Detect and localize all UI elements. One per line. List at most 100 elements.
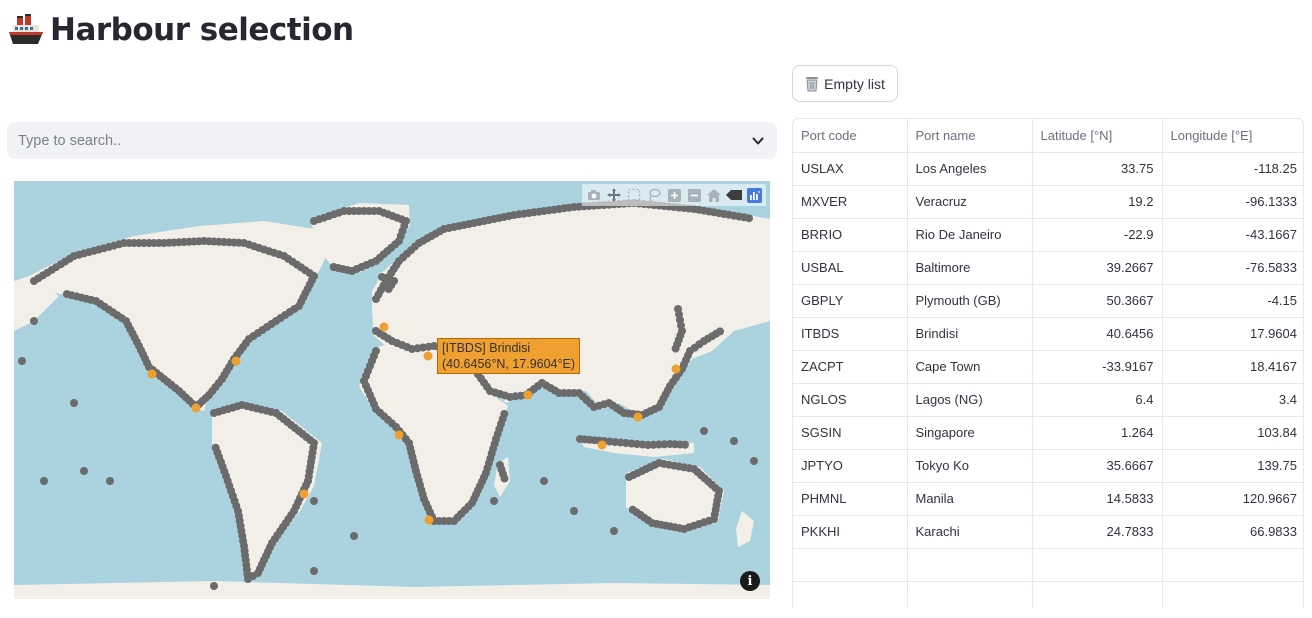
cell-port-code[interactable]: GBPLY: [793, 284, 908, 318]
cell-port-code[interactable]: NGLOS: [793, 383, 908, 417]
cell-latitude[interactable]: 14.5833: [1032, 482, 1163, 516]
info-icon[interactable]: i: [740, 571, 760, 591]
port-marker[interactable]: [750, 457, 758, 465]
cell-longitude[interactable]: -118.25: [1162, 152, 1303, 186]
cell-longitude[interactable]: 66.9833: [1162, 515, 1303, 549]
port-marker[interactable]: [106, 477, 114, 485]
port-marker[interactable]: [30, 317, 38, 325]
plotly-logo-icon[interactable]: [746, 187, 762, 203]
cell-port-code[interactable]: ZACPT: [793, 350, 908, 384]
cell-port-name[interactable]: Baltimore: [907, 251, 1033, 285]
cell-port-name[interactable]: Cape Town: [907, 350, 1033, 384]
cell-port-name[interactable]: Veracruz: [907, 185, 1033, 219]
port-marker[interactable]: [716, 327, 724, 336]
port-marker[interactable]: [70, 399, 78, 407]
cell-latitude[interactable]: 40.6456: [1032, 317, 1163, 351]
port-marker[interactable]: [610, 527, 618, 535]
port-search-select[interactable]: [7, 122, 777, 159]
zoom-in-icon[interactable]: [666, 187, 682, 203]
cell-latitude[interactable]: 39.2667: [1032, 251, 1163, 285]
column-header-longitude[interactable]: Longitude [°E]: [1162, 119, 1303, 153]
cell-port-code[interactable]: ITBDS: [793, 317, 908, 351]
column-header-port-code[interactable]: Port code: [793, 119, 908, 153]
cell-port-name[interactable]: Plymouth (GB): [907, 284, 1033, 318]
cell-port-code[interactable]: MXVER: [793, 185, 908, 219]
cell-port-name[interactable]: [907, 581, 1033, 608]
cell-latitude[interactable]: 24.7833: [1032, 515, 1163, 549]
search-input[interactable]: [18, 132, 751, 149]
table-row[interactable]: ZACPT Cape Town -33.9167 18.4167: [793, 350, 1303, 384]
port-marker[interactable]: [745, 214, 753, 223]
port-marker[interactable]: [671, 344, 680, 353]
cell-port-code[interactable]: SGSIN: [793, 416, 908, 450]
cell-port-name[interactable]: Brindisi: [907, 317, 1033, 351]
port-marker[interactable]: [570, 507, 578, 515]
port-marker[interactable]: [211, 443, 220, 452]
cell-port-name[interactable]: Manila: [907, 482, 1033, 516]
port-marker[interactable]: [628, 505, 637, 514]
cell-latitude[interactable]: 19.2: [1032, 185, 1163, 219]
cell-port-name[interactable]: Singapore: [907, 416, 1033, 450]
cell-port-code[interactable]: USBAL: [793, 251, 908, 285]
cell-port-code[interactable]: [793, 548, 908, 582]
home-icon[interactable]: [706, 187, 722, 203]
table-row[interactable]: MXVER Veracruz 19.2 -96.1333: [793, 185, 1303, 219]
cell-latitude[interactable]: 1.264: [1032, 416, 1163, 450]
table-row[interactable]: GBPLY Plymouth (GB) 50.3667 -4.15: [793, 284, 1303, 318]
camera-icon[interactable]: [586, 187, 602, 203]
cell-longitude[interactable]: -43.1667: [1162, 218, 1303, 252]
cell-latitude[interactable]: -33.9167: [1032, 350, 1163, 384]
port-marker[interactable]: [40, 477, 48, 485]
cell-port-name[interactable]: [907, 548, 1033, 582]
table-row[interactable]: SGSIN Singapore 1.264 103.84: [793, 416, 1303, 450]
cell-longitude[interactable]: 3.4: [1162, 383, 1303, 417]
table-row[interactable]: PHMNL Manila 14.5833 120.9667: [793, 482, 1303, 516]
cell-port-code[interactable]: USLAX: [793, 152, 908, 186]
cell-longitude[interactable]: 17.9604: [1162, 317, 1303, 351]
port-marker[interactable]: [500, 410, 509, 418]
cell-latitude[interactable]: [1032, 548, 1163, 582]
port-marker[interactable]: [540, 477, 548, 485]
world-map[interactable]: [14, 181, 770, 599]
column-header-port-name[interactable]: Port name: [907, 119, 1033, 153]
port-marker[interactable]: [350, 532, 358, 540]
cell-longitude[interactable]: 18.4167: [1162, 350, 1303, 384]
port-marker[interactable]: [681, 440, 689, 449]
port-marker[interactable]: [80, 467, 88, 475]
box-select-icon[interactable]: [626, 187, 642, 203]
table-row[interactable]: PKKHI Karachi 24.7833 66.9833: [793, 515, 1303, 549]
table-row[interactable]: NGLOS Lagos (NG) 6.4 3.4: [793, 383, 1303, 417]
lasso-icon[interactable]: [646, 187, 662, 203]
cell-port-code[interactable]: BRRIO: [793, 218, 908, 252]
table-row[interactable]: BRRIO Rio De Janeiro -22.9 -43.1667: [793, 218, 1303, 252]
cell-latitude[interactable]: 33.75: [1032, 152, 1163, 186]
cell-latitude[interactable]: 50.3667: [1032, 284, 1163, 318]
table-row[interactable]: [793, 548, 1303, 582]
cell-port-code[interactable]: JPTYO: [793, 449, 908, 483]
cell-longitude[interactable]: -96.1333: [1162, 185, 1303, 219]
port-marker[interactable]: [730, 437, 738, 445]
column-header-latitude[interactable]: Latitude [°N]: [1032, 119, 1163, 153]
cell-port-name[interactable]: Karachi: [907, 515, 1033, 549]
port-map[interactable]: [ITBDS] Brindisi (40.6456°N, 17.9604°E) …: [14, 181, 770, 599]
cell-longitude[interactable]: 103.84: [1162, 416, 1303, 450]
port-marker[interactable]: [18, 357, 26, 365]
cell-longitude[interactable]: [1162, 548, 1303, 582]
port-marker[interactable]: [700, 427, 708, 435]
port-marker[interactable]: [310, 497, 318, 505]
table-row[interactable]: ITBDS Brindisi 40.6456 17.9604: [793, 317, 1303, 351]
table-row[interactable]: JPTYO Tokyo Ko 35.6667 139.75: [793, 449, 1303, 483]
cell-port-name[interactable]: Tokyo Ko: [907, 449, 1033, 483]
table-row[interactable]: USLAX Los Angeles 33.75 -118.25: [793, 152, 1303, 186]
cell-port-code[interactable]: [793, 581, 908, 608]
table-row[interactable]: USBAL Baltimore 39.2667 -76.5833: [793, 251, 1303, 285]
cell-port-code[interactable]: PKKHI: [793, 515, 908, 549]
cell-port-name[interactable]: Lagos (NG): [907, 383, 1033, 417]
port-marker[interactable]: [62, 290, 71, 299]
cell-port-name[interactable]: Rio De Janeiro: [907, 218, 1033, 252]
cell-longitude[interactable]: 139.75: [1162, 449, 1303, 483]
cell-port-code[interactable]: PHMNL: [793, 482, 908, 516]
toggle-hover-icon[interactable]: [726, 187, 742, 203]
pan-icon[interactable]: [606, 187, 622, 203]
table-row[interactable]: [793, 581, 1303, 608]
